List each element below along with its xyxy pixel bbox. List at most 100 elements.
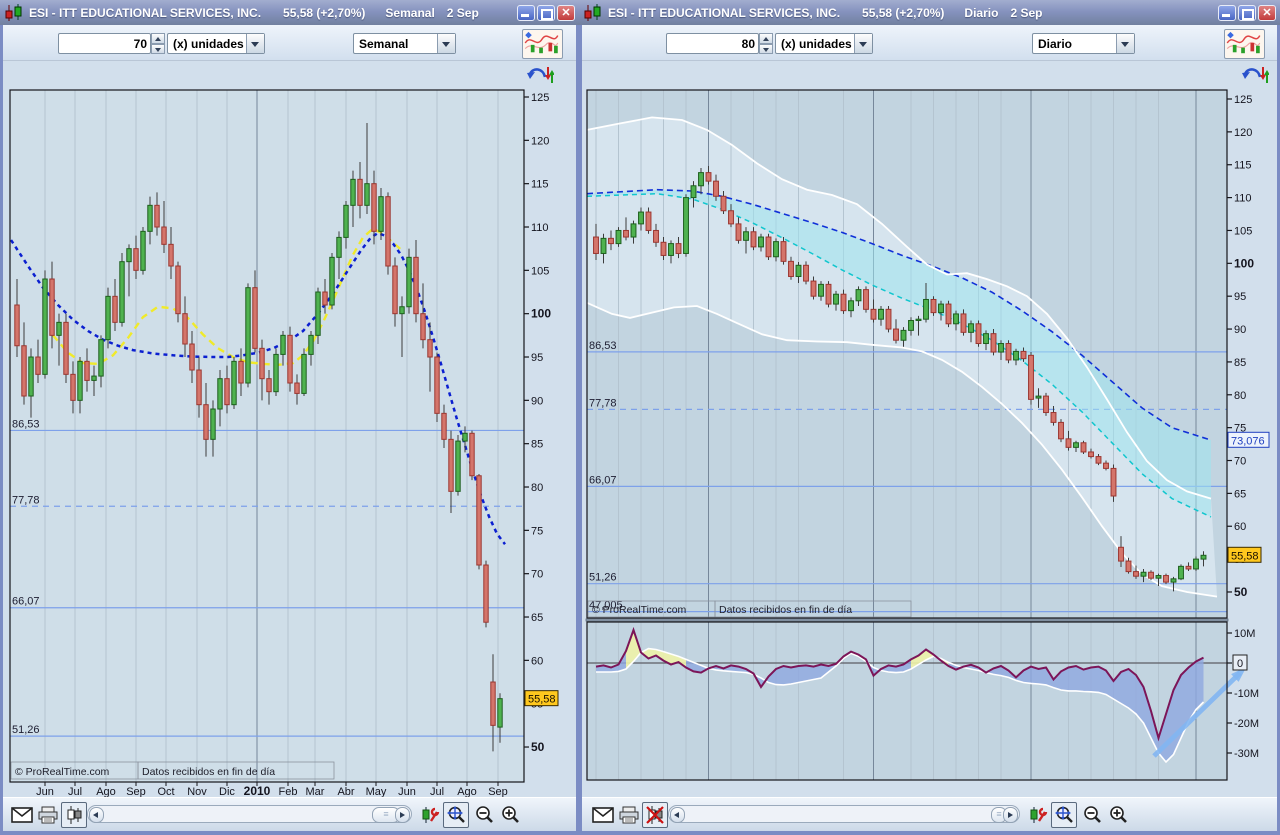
candle [1104, 463, 1109, 468]
timeframe-dropdown[interactable]: Diario [1032, 33, 1135, 54]
mail-icon[interactable] [9, 802, 35, 828]
candle [939, 304, 944, 313]
zoom-out-icon[interactable] [471, 802, 497, 828]
candlestick-logo-icon [4, 4, 24, 22]
candle [916, 319, 921, 320]
bottom-toolbar-daily: ≡ [582, 797, 1277, 831]
toolbar-weekly: (x) unidades Semanal [3, 25, 576, 61]
candle [400, 307, 404, 314]
candle [729, 211, 734, 224]
minimize-button[interactable] [517, 5, 535, 21]
window-title-date: 2 Sep [1010, 6, 1042, 20]
candle [601, 238, 606, 253]
window-title-price: 55,58 (+2,70%) [283, 6, 365, 20]
candle [274, 354, 278, 391]
candle [714, 181, 719, 196]
candle [218, 379, 222, 409]
daily-price-chart[interactable]: 86,5377,7866,0751,2647,00550556065707580… [582, 60, 1280, 798]
candle [302, 354, 306, 393]
units-count-input[interactable] [58, 33, 151, 54]
window-daily-chart: ESI - ITT EDUCATIONAL SERVICES, INC. 55,… [579, 0, 1280, 835]
candle [819, 284, 824, 296]
candle [984, 334, 989, 344]
candle [85, 361, 89, 380]
units-count-input[interactable] [666, 33, 759, 54]
candlestick-mode-icon[interactable] [61, 802, 87, 828]
units-count-stepper[interactable] [759, 33, 773, 54]
candle [477, 476, 481, 565]
candle [646, 212, 651, 230]
candle [29, 357, 33, 396]
titlebar-daily[interactable]: ESI - ITT EDUCATIONAL SERVICES, INC. 55,… [579, 0, 1280, 25]
maximize-button[interactable] [537, 5, 555, 21]
candle [449, 439, 453, 491]
candle [337, 237, 341, 257]
candle [886, 309, 891, 329]
zoom-in-icon[interactable] [497, 802, 523, 828]
zoom-fit-icon[interactable] [443, 802, 469, 828]
candle [1164, 576, 1169, 583]
zoom-out-icon[interactable] [1079, 802, 1105, 828]
candle [1111, 468, 1116, 496]
chart-style-button[interactable] [1224, 29, 1265, 59]
weekly-price-chart[interactable]: 86,5377,7866,0751,2650556065707580859095… [3, 60, 582, 798]
zoom-in-icon[interactable] [1105, 802, 1131, 828]
svg-text:-20M: -20M [1234, 718, 1259, 730]
candle [232, 361, 236, 404]
units-type-value: (x) unidades [781, 37, 852, 51]
candle [961, 314, 966, 332]
mail-icon[interactable] [590, 802, 616, 828]
maximize-button[interactable] [1238, 5, 1256, 21]
svg-text:60: 60 [531, 655, 543, 667]
timeframe-dropdown[interactable]: Semanal [353, 33, 456, 54]
scroll-right-button[interactable] [1003, 807, 1018, 823]
units-count-stepper[interactable] [151, 33, 165, 54]
candle [736, 224, 741, 240]
units-type-dropdown[interactable]: (x) unidades [775, 33, 873, 54]
candle [92, 376, 96, 380]
scroll-left-button[interactable] [670, 807, 685, 823]
svg-text:75: 75 [531, 525, 543, 537]
candle [407, 257, 411, 306]
scroll-left-button[interactable] [89, 807, 104, 823]
print-icon[interactable] [616, 802, 642, 828]
candle [931, 299, 936, 312]
chart-settings-wrench-icon[interactable] [1025, 802, 1051, 828]
units-type-dropdown[interactable]: (x) unidades [167, 33, 265, 54]
chart-settings-wrench-icon[interactable] [417, 802, 443, 828]
horizontal-scrollbar[interactable]: ≡ [87, 805, 412, 823]
candle [43, 279, 47, 374]
scroll-right-button[interactable] [395, 807, 410, 823]
candle [631, 224, 636, 237]
candle [365, 184, 369, 206]
svg-text:77,78: 77,78 [589, 397, 617, 409]
svg-text:-10M: -10M [1234, 688, 1259, 700]
svg-text:125: 125 [531, 92, 549, 104]
candle [176, 266, 180, 314]
candle [796, 265, 801, 276]
close-button[interactable] [557, 5, 575, 21]
candle [484, 565, 488, 622]
close-button[interactable] [1258, 5, 1276, 21]
chart-style-button[interactable] [522, 29, 563, 59]
candlestick-mode-disabled-icon[interactable] [642, 802, 668, 828]
candle [155, 205, 159, 227]
candle [127, 249, 131, 262]
plot-background [10, 90, 524, 782]
candle [1081, 443, 1086, 452]
candle [22, 346, 26, 396]
candle [295, 383, 299, 393]
candle [253, 288, 257, 349]
svg-text:-30M: -30M [1234, 748, 1259, 760]
minimize-button[interactable] [1218, 5, 1236, 21]
candle [766, 237, 771, 257]
print-icon[interactable] [35, 802, 61, 828]
zoom-fit-icon[interactable] [1051, 802, 1077, 828]
titlebar-weekly[interactable]: ESI - ITT EDUCATIONAL SERVICES, INC. 55,… [0, 0, 579, 25]
candle [120, 262, 124, 323]
horizontal-scrollbar[interactable]: ≡ [668, 805, 1020, 823]
svg-text:80: 80 [1234, 390, 1246, 402]
svg-text:90: 90 [1234, 324, 1246, 336]
candle [71, 374, 75, 400]
svg-text:51,26: 51,26 [12, 724, 40, 736]
